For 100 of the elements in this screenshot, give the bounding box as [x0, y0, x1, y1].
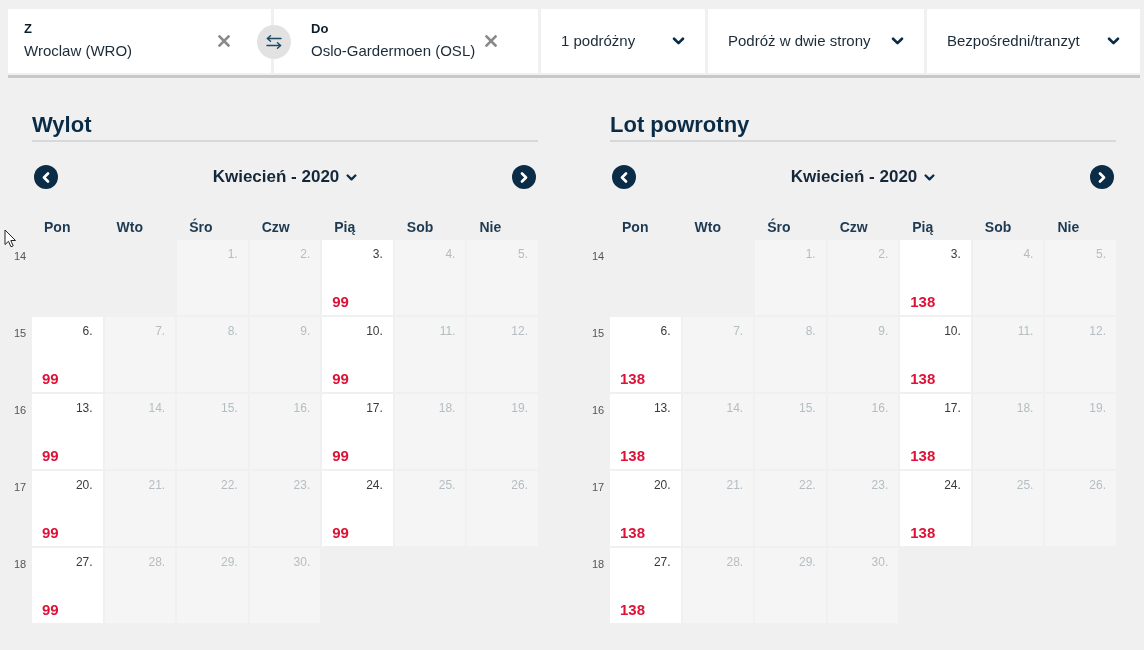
day-number: 5.: [517, 247, 528, 261]
day-number: 20.: [75, 478, 93, 492]
available-day-cell[interactable]: 6. 138: [610, 317, 681, 392]
next-month-button[interactable]: [1090, 165, 1114, 189]
day-number: 4.: [445, 247, 456, 261]
available-day-cell[interactable]: 27. 99: [32, 548, 103, 623]
day-number: 5.: [1095, 247, 1106, 261]
available-day-cell[interactable]: 10. 138: [900, 317, 971, 392]
day-number: 9.: [300, 324, 311, 338]
available-day-cell[interactable]: 24. 138: [900, 471, 971, 546]
price-text: 99: [332, 447, 349, 465]
available-day-cell[interactable]: 20. 99: [32, 471, 103, 546]
weekday-label: Pon: [621, 217, 650, 237]
day-number: 27.: [75, 555, 93, 569]
week-number: 15: [13, 327, 27, 340]
weekday-label: Pią: [333, 217, 357, 237]
day-number: 25.: [438, 478, 456, 492]
day-number: 3.: [372, 247, 383, 261]
available-day-cell[interactable]: 20. 138: [610, 471, 681, 546]
mouse-pointer-icon: [4, 229, 17, 248]
available-day-cell[interactable]: 17. 138: [900, 394, 971, 469]
price-text: 99: [42, 601, 59, 619]
day-number: 24.: [944, 478, 961, 492]
weekday-label: Pon: [43, 217, 72, 237]
available-day-cell[interactable]: 24. 99: [322, 471, 393, 546]
price-text: 138: [620, 524, 646, 542]
price-text: 138: [910, 447, 936, 465]
chevron-left-icon: [620, 171, 628, 183]
option-dropdown[interactable]: Bezpośredni/tranzyt: [927, 9, 1140, 73]
day-number: 7.: [155, 324, 166, 338]
day-number: 1.: [227, 247, 238, 261]
week-number: 14: [591, 250, 605, 263]
day-number: 30.: [871, 555, 889, 569]
day-number: 2.: [300, 247, 311, 261]
close-icon[interactable]: [218, 35, 230, 47]
price-text: 138: [910, 370, 936, 388]
weekday-label: Śro: [188, 217, 214, 237]
weekday-label: Pią: [911, 217, 935, 237]
chevron-right-icon: [520, 171, 528, 183]
week-number: 18: [591, 558, 605, 571]
week-number: 16: [13, 404, 27, 417]
calendar-title: Lot powrotny: [610, 112, 750, 137]
field-value: Wroclaw (WRO): [24, 41, 133, 61]
price-text: 99: [332, 524, 349, 542]
day-number: 15.: [221, 401, 238, 415]
day-number: 28.: [726, 555, 744, 569]
next-month-button[interactable]: [512, 165, 536, 189]
day-number: 17.: [944, 401, 961, 415]
day-number: 8.: [805, 324, 816, 338]
day-number: 7.: [733, 324, 744, 338]
month-dropdown[interactable]: Kwiecień - 2020: [212, 165, 358, 189]
available-day-cell[interactable]: 27. 138: [610, 548, 681, 623]
airport-field[interactable]: Z Wroclaw (WRO): [8, 9, 271, 73]
weekday-label: Czw: [838, 217, 869, 237]
previous-month-button[interactable]: [612, 165, 636, 189]
chevron-down-icon: [891, 37, 904, 45]
day-number: 10.: [366, 324, 383, 338]
weekday-label: Sob: [983, 217, 1013, 237]
day-number: 13.: [75, 401, 93, 415]
field-value: Oslo-Gardermoen (OSL): [311, 41, 476, 61]
available-day-cell[interactable]: 10. 99: [322, 317, 393, 392]
available-day-cell[interactable]: 3. 99: [322, 240, 393, 315]
day-number: 6.: [660, 324, 671, 338]
option-dropdown[interactable]: Podróż w dwie strony: [708, 9, 924, 73]
available-day-cell[interactable]: 13. 99: [32, 394, 103, 469]
airport-field[interactable]: Do Oslo-Gardermoen (OSL): [274, 9, 538, 73]
weekday-label: Śro: [766, 217, 792, 237]
day-number: 16.: [293, 401, 311, 415]
day-number: 29.: [221, 555, 238, 569]
week-number: 17: [13, 481, 27, 494]
available-day-cell[interactable]: 13. 138: [610, 394, 681, 469]
chevron-down-icon: [1107, 37, 1120, 45]
day-number: 26.: [1089, 478, 1106, 492]
option-dropdown[interactable]: 1 podróżny: [541, 9, 705, 73]
weekday-label: Wto: [115, 217, 144, 237]
swap-arrows-icon: [265, 35, 283, 49]
day-number: 2.: [878, 247, 889, 261]
day-number: 6.: [82, 324, 93, 338]
price-text: 138: [910, 524, 936, 542]
day-number: 19.: [1089, 401, 1106, 415]
day-number: 23.: [871, 478, 889, 492]
day-number: 18.: [1016, 401, 1034, 415]
month-dropdown[interactable]: Kwiecień - 2020: [790, 165, 936, 189]
weekday-label: Nie: [1056, 217, 1081, 237]
week-number: 14: [13, 250, 27, 263]
available-day-cell[interactable]: 6. 99: [32, 317, 103, 392]
chevron-down-icon: [346, 173, 358, 181]
chevron-down-icon: [672, 37, 685, 45]
available-day-cell[interactable]: 17. 99: [322, 394, 393, 469]
day-number: 14.: [148, 401, 166, 415]
week-number: 17: [591, 481, 605, 494]
weekday-label: Sob: [405, 217, 435, 237]
day-number: 25.: [1016, 478, 1034, 492]
available-day-cell[interactable]: 3. 138: [900, 240, 971, 315]
close-icon[interactable]: [485, 35, 497, 47]
day-number: 21.: [148, 478, 166, 492]
previous-month-button[interactable]: [34, 165, 58, 189]
day-number: 16.: [871, 401, 889, 415]
day-number: 9.: [878, 324, 889, 338]
price-text: 99: [42, 447, 59, 465]
